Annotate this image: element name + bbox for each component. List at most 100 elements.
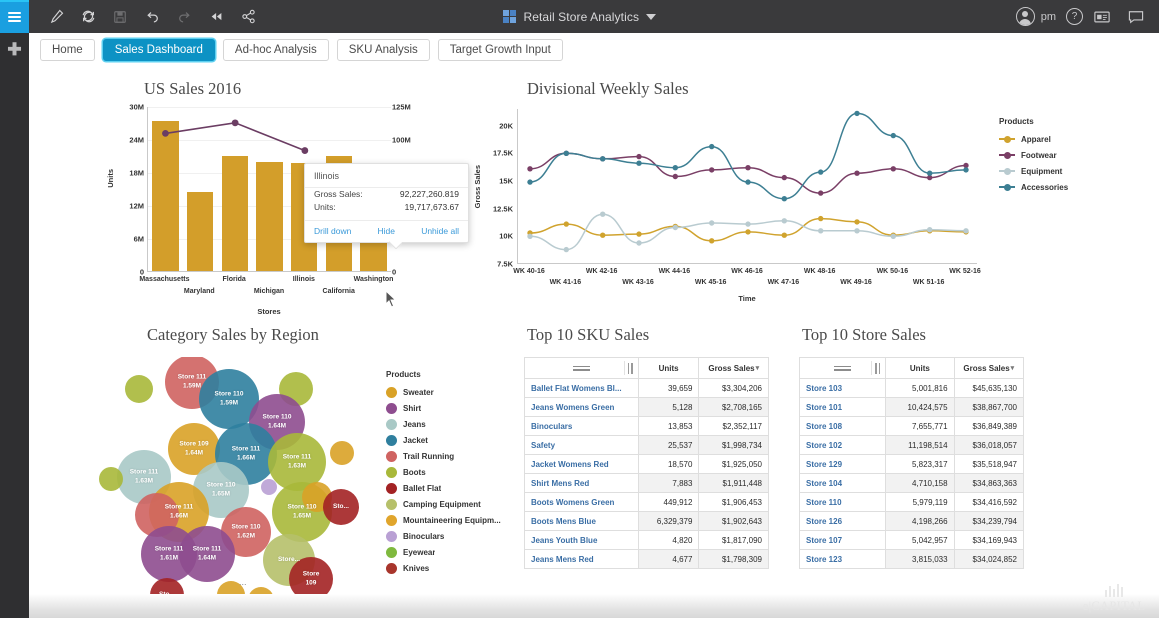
row-name-cell[interactable]: Jeans Womens Green [525, 398, 639, 417]
hamburger-icon[interactable] [0, 0, 29, 33]
table-row[interactable]: Store 10211,198,514$36,018,057 [800, 436, 1024, 455]
table-header-menu-cell[interactable] [800, 358, 886, 379]
table-row[interactable]: Store 1233,815,033$34,024,852 [800, 550, 1024, 569]
table-row[interactable]: Store 1295,823,317$35,518,947 [800, 455, 1024, 474]
bubble-series[interactable] [89, 357, 389, 607]
table-row[interactable]: Store 1044,710,158$34,863,363 [800, 474, 1024, 493]
table-header-gross-sales[interactable]: Gross Sales▾ [954, 358, 1023, 379]
table-row[interactable]: Safety25,537$1,998,734 [525, 436, 769, 455]
table-header-units[interactable]: Units [886, 358, 954, 379]
row-units-cell: 7,655,771 [886, 417, 954, 436]
bubble[interactable] [179, 526, 235, 582]
row-name-cell[interactable]: Store 123 [800, 550, 886, 569]
row-name-cell[interactable]: Store 101 [800, 398, 886, 417]
row-name-cell[interactable]: Boots Mens Blue [525, 512, 639, 531]
row-name-cell[interactable]: Store 103 [800, 379, 886, 398]
datapoint-tooltip[interactable]: Illinois Gross Sales:92,227,260.819Units… [304, 163, 469, 243]
row-name-cell[interactable]: Store 102 [800, 436, 886, 455]
row-name-cell[interactable]: Safety [525, 436, 639, 455]
row-name-cell[interactable]: Boots Womens Green [525, 493, 639, 512]
table-header-gross-sales[interactable]: Gross Sales▾ [699, 358, 769, 379]
row-name-cell[interactable]: Store 107 [800, 531, 886, 550]
top10-sku-table[interactable]: UnitsGross Sales▾Ballet Flat Womens Bl..… [524, 357, 769, 569]
row-name-cell[interactable]: Store 110 [800, 493, 886, 512]
redo-icon[interactable] [169, 2, 199, 32]
table-header-menu-cell[interactable] [525, 358, 639, 379]
sort-arrow-icon[interactable]: ▾ [756, 364, 760, 372]
hamburger-icon[interactable] [834, 366, 851, 371]
sort-arrow-icon[interactable]: ▾ [1011, 364, 1015, 372]
legend-item-footwear[interactable]: Footwear [999, 147, 1119, 163]
table-row[interactable]: Boots Mens Blue6,329,379$1,902,643 [525, 512, 769, 531]
tooltip-title: Illinois [305, 169, 468, 186]
topbar-right-group: pm ? [1016, 0, 1151, 33]
row-name-cell[interactable]: Store 108 [800, 417, 886, 436]
save-icon[interactable] [105, 2, 135, 32]
tab-sales-dashboard[interactable]: Sales Dashboard [103, 39, 215, 61]
refresh-icon[interactable] [73, 2, 103, 32]
row-name-cell[interactable]: Shirt Mens Red [525, 474, 639, 493]
share-icon[interactable] [233, 2, 263, 32]
legend-color-dot [386, 451, 397, 462]
bubble[interactable] [125, 375, 153, 403]
edit-pencil-icon[interactable] [41, 2, 71, 32]
plus-icon[interactable]: ✚ [7, 41, 21, 58]
column-resize-handle[interactable] [624, 361, 636, 375]
table-row[interactable]: Binoculars13,853$2,352,117 [525, 417, 769, 436]
tab-home[interactable]: Home [40, 39, 95, 61]
presentation-icon[interactable] [1087, 2, 1117, 32]
hide-link[interactable]: Hide [378, 226, 395, 236]
bubble-plot-area[interactable]: Store 1111.59MStore 1101.59MStore 1101.6… [89, 357, 389, 607]
row-name-cell[interactable]: Jacket Womens Red [525, 455, 639, 474]
row-name-cell[interactable]: Ballet Flat Womens Bl... [525, 379, 639, 398]
table-row[interactable]: Store 10110,424,575$38,867,700 [800, 398, 1024, 417]
user-account[interactable]: pm [1016, 7, 1056, 26]
row-name-cell[interactable]: Store 129 [800, 455, 886, 474]
hamburger-icon[interactable] [573, 366, 590, 371]
undo-icon[interactable] [137, 2, 167, 32]
table-row[interactable]: Ballet Flat Womens Bl...39,659$3,304,206 [525, 379, 769, 398]
table-row[interactable]: Shirt Mens Red7,883$1,911,448 [525, 474, 769, 493]
table-row[interactable]: Jeans Youth Blue4,820$1,817,090 [525, 531, 769, 550]
row-units-cell: 10,424,575 [886, 398, 954, 417]
table-row[interactable]: Boots Womens Green449,912$1,906,453 [525, 493, 769, 512]
table-row[interactable]: Jacket Womens Red18,570$1,925,050 [525, 455, 769, 474]
table-row[interactable]: Store 1075,042,957$34,169,943 [800, 531, 1024, 550]
tab-sku-analysis[interactable]: SKU Analysis [337, 39, 430, 61]
drill-down-link[interactable]: Drill down [314, 226, 351, 236]
legend-item-equipment[interactable]: Equipment [999, 163, 1119, 179]
row-name-cell[interactable]: Jeans Mens Red [525, 550, 639, 569]
column-resize-handle[interactable] [871, 361, 883, 375]
bubble[interactable] [99, 467, 123, 491]
row-name-cell[interactable]: Store 126 [800, 512, 886, 531]
chat-icon[interactable] [1121, 2, 1151, 32]
bubble[interactable] [323, 489, 359, 525]
table-row[interactable]: Jeans Womens Green5,128$2,708,165 [525, 398, 769, 417]
rewind-icon[interactable] [201, 2, 231, 32]
document-title: Retail Store Analytics [523, 10, 639, 24]
line-series-group[interactable] [518, 109, 978, 264]
table-row[interactable]: Store 1087,655,771$36,849,389 [800, 417, 1024, 436]
bubble[interactable] [330, 441, 354, 465]
help-icon[interactable]: ? [1066, 8, 1083, 25]
table-row[interactable]: Store 1264,198,266$34,239,794 [800, 512, 1024, 531]
chevron-down-icon[interactable] [646, 14, 656, 20]
table-row[interactable]: Jeans Mens Red4,677$1,798,309 [525, 550, 769, 569]
row-name-cell[interactable]: Binoculars [525, 417, 639, 436]
tab-ad-hoc-analysis[interactable]: Ad-hoc Analysis [223, 39, 329, 61]
line-yticks: 7.5K10K12.5K15K17.5K20K [481, 109, 513, 264]
left-rail: ✚ [0, 33, 29, 618]
tab-target-growth-input[interactable]: Target Growth Input [438, 39, 563, 61]
legend-item-accessories[interactable]: Accessories [999, 179, 1119, 195]
legend-item-apparel[interactable]: Apparel [999, 131, 1119, 147]
top10-store-title: Top 10 Store Sales [802, 325, 926, 345]
row-name-cell[interactable]: Store 104 [800, 474, 886, 493]
row-gross-cell: $1,817,090 [699, 531, 769, 550]
table-header-units[interactable]: Units [638, 358, 699, 379]
bubble[interactable] [261, 479, 277, 495]
row-name-cell[interactable]: Jeans Youth Blue [525, 531, 639, 550]
table-row[interactable]: Store 1105,979,119$34,416,592 [800, 493, 1024, 512]
top10-store-table[interactable]: UnitsGross Sales▾Store 1035,001,816$45,6… [799, 357, 1024, 569]
unhide-all-link[interactable]: Unhide all [421, 226, 459, 236]
table-row[interactable]: Store 1035,001,816$45,635,130 [800, 379, 1024, 398]
